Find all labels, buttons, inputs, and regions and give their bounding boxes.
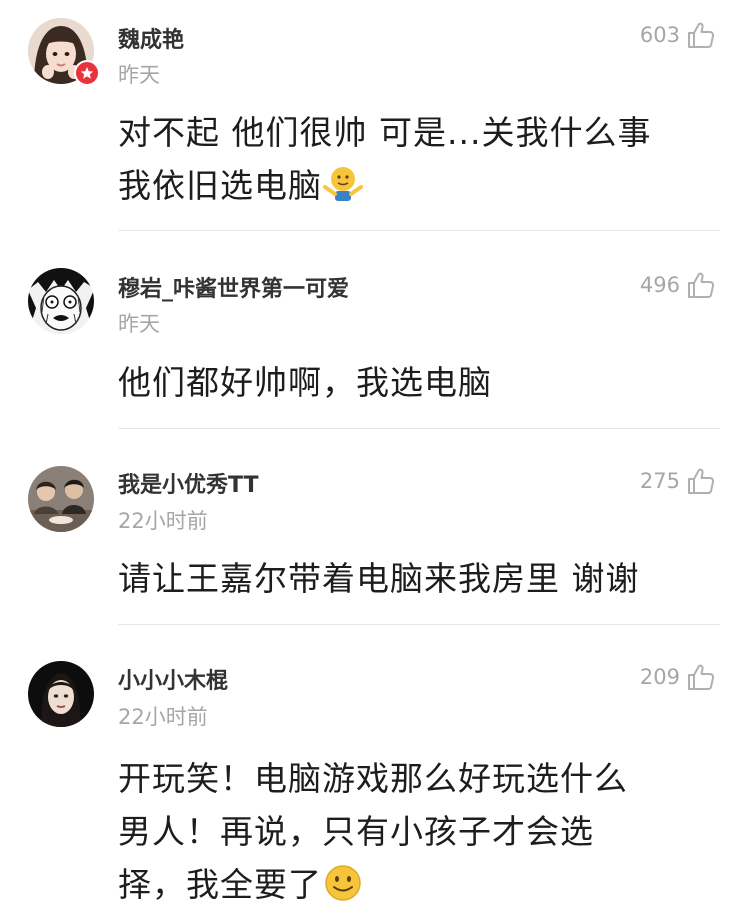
comment-line: 择，我全要了 xyxy=(118,858,710,911)
group-photo-avatar-icon xyxy=(28,466,94,532)
comment-line: 开玩笑！电脑游戏那么好玩选什么 xyxy=(118,759,628,798)
comment-text: 对不起 他们很帅 可是...关我什么事 我依旧选电脑 xyxy=(118,106,710,212)
thumbs-up-icon xyxy=(688,468,715,494)
comment-time: 昨天 xyxy=(118,312,160,336)
comment-text: 开玩笑！电脑游戏那么好玩选什么 男人！再说，只有小孩子才会选 择，我全要了 xyxy=(118,752,710,911)
comment-text: 请让王嘉尔带着电脑来我房里 谢谢 xyxy=(118,552,710,605)
smile-emoji-icon xyxy=(325,865,361,901)
comment-feed: 魏成艳 昨天 603 对不起 他们很帅 可是...关我什么事 我依旧选电脑 穆岩… xyxy=(0,0,750,921)
comment-line-text: 我依旧选电脑 xyxy=(118,166,322,205)
user-avatar[interactable] xyxy=(28,268,94,334)
divider xyxy=(118,428,720,429)
comment-line: 对不起 他们很帅 可是...关我什么事 xyxy=(118,113,652,152)
woman-portrait-avatar-icon xyxy=(28,661,94,727)
shrug-emoji-icon xyxy=(323,167,363,201)
like-count: 275 xyxy=(639,469,680,493)
verified-badge-icon xyxy=(74,60,100,86)
user-avatar[interactable] xyxy=(28,661,94,727)
comment-time: 22小时前 xyxy=(118,509,208,533)
comment-line: 男人！再说，只有小孩子才会选 xyxy=(118,812,594,851)
comment-line: 我依旧选电脑 xyxy=(118,159,710,212)
like-button[interactable]: 275 xyxy=(640,466,716,496)
comment-time: 22小时前 xyxy=(118,705,208,729)
divider xyxy=(118,230,720,231)
thumbs-up-icon xyxy=(688,664,715,690)
username[interactable]: 我是小优秀TT xyxy=(118,467,259,499)
username[interactable]: 小小小木棍 xyxy=(118,663,228,695)
thumbs-up-icon xyxy=(688,272,715,298)
comment-line: 请让王嘉尔带着电脑来我房里 谢谢 xyxy=(118,559,640,598)
comment-line: 他们都好帅啊，我选电脑 xyxy=(118,363,492,402)
thumbs-up-icon xyxy=(688,22,715,48)
manga-scared-face-icon xyxy=(28,268,94,334)
divider xyxy=(118,624,720,625)
like-button[interactable]: 603 xyxy=(640,20,716,50)
username[interactable]: 穆岩_咔酱世界第一可爱 xyxy=(118,271,349,303)
like-button[interactable]: 209 xyxy=(640,662,716,692)
comment-text: 他们都好帅啊，我选电脑 xyxy=(118,356,710,409)
like-count: 496 xyxy=(639,273,680,297)
user-avatar[interactable] xyxy=(28,466,94,532)
like-count: 603 xyxy=(639,23,680,47)
comment-line-text: 择，我全要了 xyxy=(118,865,322,904)
like-button[interactable]: 496 xyxy=(640,270,716,300)
comment-time: 昨天 xyxy=(118,63,160,87)
username[interactable]: 魏成艳 xyxy=(118,22,184,54)
like-count: 209 xyxy=(639,665,680,689)
